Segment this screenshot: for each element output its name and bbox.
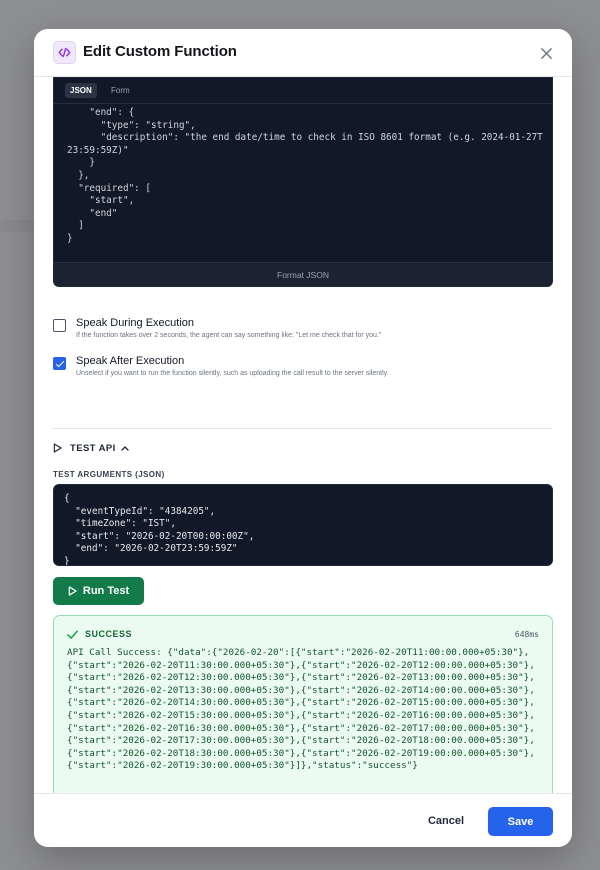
format-json-button[interactable]: Format JSON: [277, 270, 329, 280]
test-api-label: TEST API: [70, 442, 116, 454]
check-icon: [67, 630, 78, 639]
test-arguments-label: TEST ARGUMENTS (JSON): [53, 470, 165, 479]
code-icon: [53, 41, 76, 64]
speak-after-checkbox[interactable]: [53, 357, 66, 370]
result-status: SUCCESS: [85, 629, 133, 639]
play-icon: [53, 443, 62, 453]
tab-form[interactable]: Form: [106, 83, 135, 98]
result-header: SUCCESS: [67, 629, 132, 639]
save-button[interactable]: Save: [488, 807, 553, 836]
tab-json[interactable]: JSON: [65, 83, 97, 98]
section-divider: [53, 428, 553, 429]
chevron-up-icon: [120, 446, 129, 451]
editor-tabs: JSON Form: [54, 78, 552, 104]
result-body: API Call Success: {"data":{"2026-02-20":…: [67, 647, 535, 772]
schema-code[interactable]: "end": { "type": "string", "description"…: [67, 107, 543, 246]
option-description: If the function takes over 2 seconds, th…: [76, 332, 382, 339]
editor-footer: Format JSON: [54, 262, 552, 286]
run-test-label: Run Test: [82, 585, 130, 597]
dialog-title: Edit Custom Function: [83, 43, 237, 60]
dialog-body[interactable]: JSON Form "end": { "type": "string", "de…: [34, 77, 572, 793]
result-duration: 648ms: [514, 630, 539, 639]
test-result-panel: SUCCESS 648ms API Call Success: {"data":…: [53, 615, 553, 793]
dialog-footer: Cancel Save: [34, 793, 572, 847]
play-icon: [68, 586, 77, 596]
option-description: Unselect if you want to run the function…: [76, 370, 389, 377]
test-api-toggle[interactable]: TEST API: [53, 441, 129, 455]
test-arguments-code[interactable]: { "eventTypeId": "4384205", "timeZone": …: [64, 493, 254, 565]
speak-during-checkbox[interactable]: [53, 319, 66, 332]
close-icon: [540, 47, 552, 59]
test-arguments-editor[interactable]: { "eventTypeId": "4384205", "timeZone": …: [53, 484, 553, 566]
option-label: Speak After Execution: [76, 355, 185, 367]
run-test-button[interactable]: Run Test: [53, 577, 144, 605]
close-button[interactable]: [538, 45, 554, 61]
schema-json-editor[interactable]: JSON Form "end": { "type": "string", "de…: [53, 77, 553, 287]
dialog-header: Edit Custom Function: [34, 29, 572, 77]
edit-function-dialog: Edit Custom Function JSON Form "end": { …: [34, 29, 572, 847]
option-label: Speak During Execution: [76, 317, 195, 329]
cancel-button[interactable]: Cancel: [415, 807, 477, 835]
